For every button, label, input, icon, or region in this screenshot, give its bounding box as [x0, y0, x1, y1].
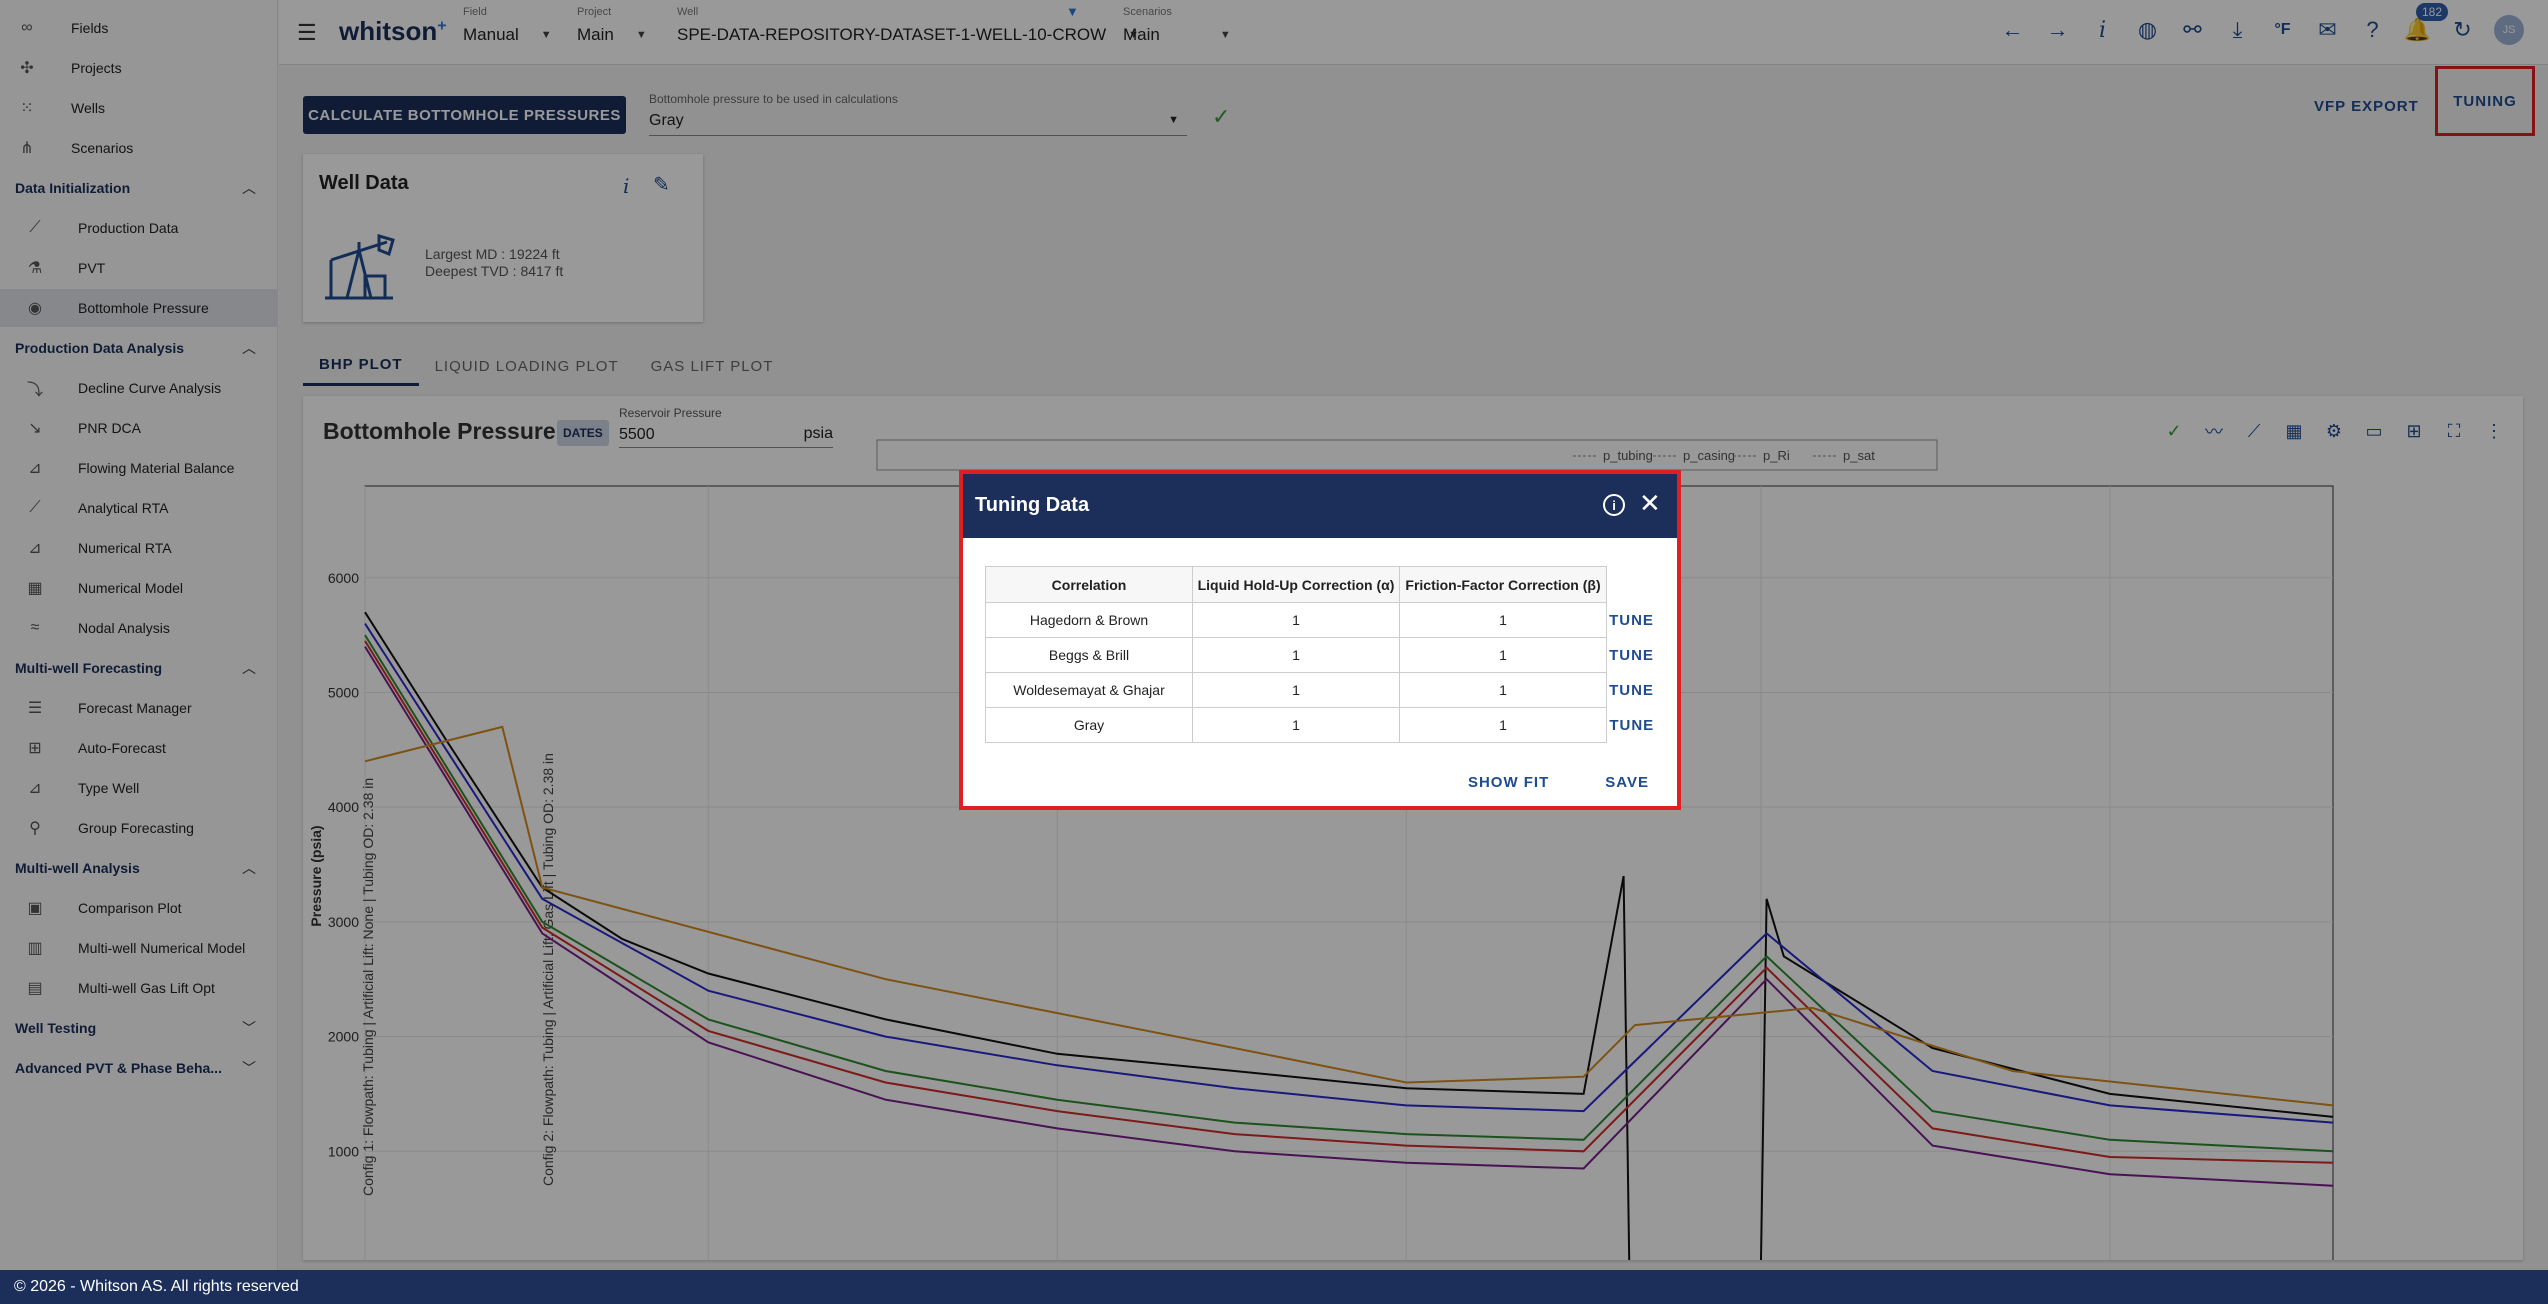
- close-icon[interactable]: ✕: [1639, 488, 1661, 519]
- table-row: Woldesemayat & Ghajar 1 1 TUNE: [985, 672, 1657, 708]
- correlation-name: Gray: [985, 707, 1193, 743]
- table-row: Gray 1 1 TUNE: [985, 707, 1657, 743]
- column-header: Friction-Factor Correction (β): [1399, 566, 1607, 603]
- tune-button[interactable]: TUNE: [1607, 708, 1657, 743]
- alpha-value[interactable]: 1: [1192, 707, 1400, 743]
- correlation-name: Hagedorn & Brown: [985, 602, 1193, 638]
- show-fit-button[interactable]: SHOW FIT: [1468, 774, 1549, 791]
- column-header: Liquid Hold-Up Correction (α): [1192, 566, 1400, 603]
- footer: © 2026 - Whitson AS. All rights reserved: [0, 1270, 2548, 1304]
- dialog-title: Tuning Data: [975, 494, 1090, 516]
- beta-value[interactable]: 1: [1399, 672, 1607, 708]
- beta-value[interactable]: 1: [1399, 707, 1607, 743]
- tuning-table: Correlation Liquid Hold-Up Correction (α…: [985, 566, 1657, 743]
- tune-button[interactable]: TUNE: [1607, 603, 1657, 638]
- tune-button[interactable]: TUNE: [1607, 638, 1657, 673]
- copyright: © 2026 - Whitson AS. All rights reserved: [14, 1278, 299, 1295]
- table-row: Beggs & Brill 1 1 TUNE: [985, 637, 1657, 673]
- save-button[interactable]: SAVE: [1605, 774, 1649, 791]
- tune-button[interactable]: TUNE: [1607, 673, 1657, 708]
- table-row: Hagedorn & Brown 1 1 TUNE: [985, 602, 1657, 638]
- info-icon[interactable]: i: [1603, 494, 1625, 516]
- column-header: Correlation: [985, 566, 1193, 603]
- dialog-header: Tuning Data i ✕: [963, 474, 1677, 538]
- correlation-name: Woldesemayat & Ghajar: [985, 672, 1193, 708]
- alpha-value[interactable]: 1: [1192, 602, 1400, 638]
- tuning-data-dialog: Tuning Data i ✕ Correlation Liquid Hold-…: [959, 470, 1681, 810]
- beta-value[interactable]: 1: [1399, 602, 1607, 638]
- alpha-value[interactable]: 1: [1192, 637, 1400, 673]
- beta-value[interactable]: 1: [1399, 637, 1607, 673]
- correlation-name: Beggs & Brill: [985, 637, 1193, 673]
- alpha-value[interactable]: 1: [1192, 672, 1400, 708]
